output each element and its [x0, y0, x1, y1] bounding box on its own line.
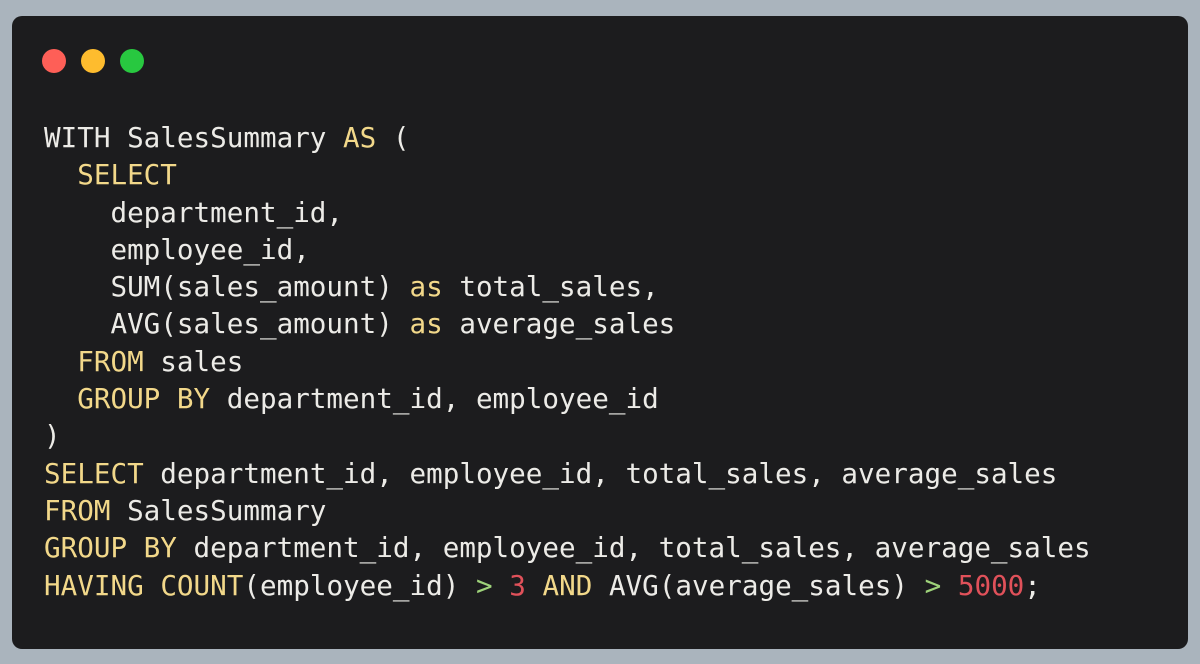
code-token-kw: SELECT — [44, 456, 144, 490]
code-block[interactable]: WITH SalesSummary AS ( SELECT department… — [44, 119, 1091, 604]
code-line: department_id, — [44, 194, 1091, 231]
code-token-plain: AVG(average_sales) — [592, 568, 925, 602]
code-token-plain: total_sales, — [442, 270, 659, 304]
code-token-plain: AVG(sales_amount) — [44, 307, 410, 341]
code-token-plain: SUM(sales_amount) — [44, 270, 410, 304]
code-line: ) — [44, 417, 1091, 454]
code-token-kw: COUNT — [160, 568, 244, 602]
code-token-plain: WITH SalesSummary — [44, 121, 344, 154]
code-token-plain: department_id, employee_id — [210, 382, 659, 416]
code-token-kw: FROM — [44, 493, 111, 527]
code-window: WITH SalesSummary AS ( SELECT department… — [12, 16, 1188, 649]
window-controls — [42, 49, 144, 73]
code-line: HAVING COUNT(employee_id) > 3 AND AVG(av… — [44, 567, 1091, 604]
code-token-kw: GROUP BY — [77, 382, 211, 416]
code-token-plain: ) — [44, 419, 61, 453]
code-line: FROM SalesSummary — [44, 492, 1091, 529]
code-line: SUM(sales_amount) as total_sales, — [44, 268, 1091, 305]
code-token-kw: HAVING — [44, 568, 144, 602]
code-token-plain: department_id, employee_id, total_sales,… — [176, 531, 1091, 565]
code-token-kw: FROM — [77, 344, 144, 378]
code-line: FROM sales — [44, 343, 1091, 380]
code-token-plain: department_id, employee_id, total_sales,… — [143, 456, 1058, 490]
maximize-button[interactable] — [120, 49, 144, 73]
code-token-plain: employee_id, — [44, 232, 310, 266]
code-line: WITH SalesSummary AS ( — [44, 119, 1091, 156]
code-token-plain: department_id, — [44, 195, 344, 229]
code-token-op: > — [924, 568, 942, 602]
minimize-button[interactable] — [81, 49, 105, 73]
code-token-num: 3 — [509, 568, 526, 602]
code-token-plain: sales — [143, 344, 244, 378]
code-token-plain: ; — [1024, 568, 1041, 602]
code-token-kw: AND — [542, 568, 593, 602]
code-line: GROUP BY department_id, employee_id — [44, 380, 1091, 417]
code-token-plain: ( — [376, 121, 410, 154]
code-token-kw: as — [409, 270, 443, 304]
code-token-op: > — [475, 568, 493, 602]
code-line: GROUP BY department_id, employee_id, tot… — [44, 529, 1091, 566]
code-token-kw: SELECT — [77, 158, 177, 192]
code-line: SELECT — [44, 156, 1091, 193]
code-token-plain: average_sales — [442, 307, 676, 341]
code-token-kw: GROUP BY — [44, 531, 177, 565]
code-token-kw: as — [409, 307, 443, 341]
code-token-num: 5000 — [957, 568, 1025, 602]
code-token-plain: SalesSummary — [110, 493, 327, 527]
code-line: employee_id, — [44, 231, 1091, 268]
code-token-kw: AS — [343, 121, 377, 154]
code-line: SELECT department_id, employee_id, total… — [44, 455, 1091, 492]
code-line: AVG(sales_amount) as average_sales — [44, 305, 1091, 342]
code-token-plain: (employee_id) — [243, 568, 476, 602]
close-button[interactable] — [42, 49, 66, 73]
